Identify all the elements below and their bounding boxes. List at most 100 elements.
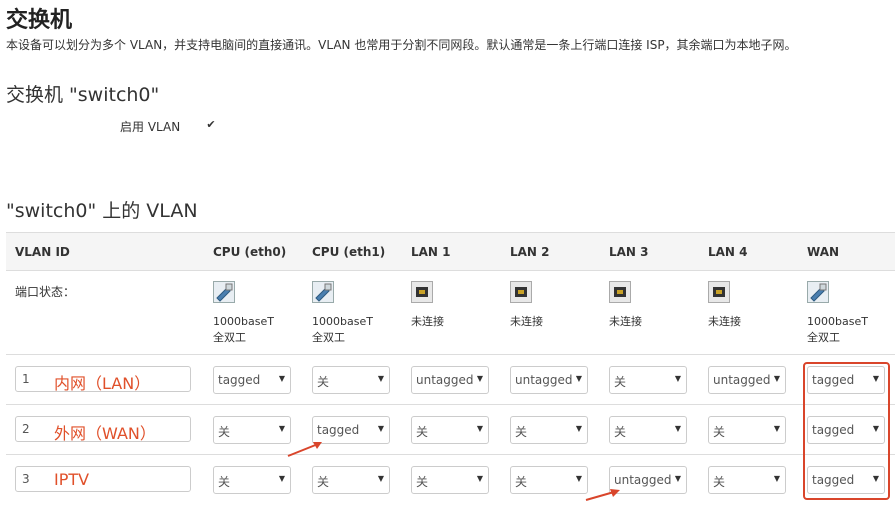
ethernet-disconnected-icon — [609, 281, 642, 314]
chevron-down-icon: ▼ — [575, 374, 582, 383]
chevron-down-icon: ▼ — [377, 424, 384, 433]
chevron-down-icon: ▼ — [674, 474, 681, 483]
col-lan1: LAN 1 — [411, 245, 451, 259]
vlan-annotation: IPTV — [54, 470, 90, 489]
port-mode-select[interactable]: 关 ▼ — [708, 466, 786, 494]
port-mode-value: 关 — [416, 475, 429, 489]
port-speed-text: 1000baseT — [312, 315, 373, 328]
ethernet-disconnected-icon — [510, 281, 543, 314]
port-mode-value: 关 — [317, 375, 330, 389]
chevron-down-icon: ▼ — [575, 474, 582, 483]
chevron-down-icon: ▼ — [377, 374, 384, 383]
ethernet-disconnected-icon — [708, 281, 741, 314]
page-description: 本设备可以划分为多个 VLAN，并支持电脑间的直接通讯。VLAN 也常用于分割不… — [6, 38, 797, 52]
port-mode-select[interactable]: untagged ▼ — [510, 366, 588, 394]
port-speed-text: 1000baseT — [213, 315, 274, 328]
port-status-4: 未连接 — [510, 281, 543, 330]
col-vlan-id: VLAN ID — [15, 245, 70, 259]
port-speed-text: 1000baseT — [807, 315, 868, 328]
port-mode-value: 关 — [317, 475, 330, 489]
port-duplex-text: 全双工 — [312, 331, 345, 344]
port-mode-select[interactable]: 关 ▼ — [213, 466, 291, 494]
port-status-2: 1000baseT 全双工 — [312, 281, 373, 346]
chevron-down-icon: ▼ — [773, 424, 780, 433]
chevron-down-icon: ▼ — [773, 474, 780, 483]
vlan-heading: "switch0" 上的 VLAN — [6, 200, 198, 222]
vlan-id-value: 1 — [22, 372, 30, 386]
port-mode-select[interactable]: 关 ▼ — [411, 416, 489, 444]
port-status-1: 1000baseT 全双工 — [213, 281, 274, 346]
port-mode-value: untagged — [515, 373, 573, 387]
chevron-down-icon: ▼ — [674, 374, 681, 383]
col-cpu-eth1: CPU (eth1) — [312, 245, 386, 259]
ethernet-disconnected-icon — [411, 281, 444, 314]
port-mode-value: 关 — [218, 425, 231, 439]
enable-vlan-label: 启用 VLAN — [120, 120, 181, 134]
port-status-label: 端口状态： — [15, 285, 76, 299]
port-mode-select[interactable]: 关 ▼ — [411, 466, 489, 494]
vlan-annotation: 外网（WAN） — [54, 424, 156, 443]
col-lan4: LAN 4 — [708, 245, 748, 259]
port-mode-select[interactable]: untagged ▼ — [411, 366, 489, 394]
switch-heading: 交换机 "switch0" — [6, 84, 160, 106]
port-mode-select[interactable]: 关 ▼ — [510, 416, 588, 444]
vlan-id-value: 2 — [22, 422, 30, 436]
port-mode-value: 关 — [515, 475, 528, 489]
port-speed-text: 未连接 — [411, 315, 444, 328]
chevron-down-icon: ▼ — [377, 474, 384, 483]
vlan-annotation: 内网（LAN） — [54, 374, 151, 393]
arrow-icon — [585, 489, 620, 501]
port-status-7: 1000baseT 全双工 — [807, 281, 868, 346]
table-row: 1 内网（LAN） tagged ▼ 关 ▼ untagged ▼ untagged ▼ 关 ▼ unt… — [6, 354, 895, 405]
port-mode-value: 关 — [218, 475, 231, 489]
col-wan: WAN — [807, 245, 840, 259]
port-mode-select[interactable]: untagged ▼ — [708, 366, 786, 394]
table-header: VLAN ID CPU (eth0) CPU (eth1) LAN 1 LAN … — [6, 232, 895, 271]
col-cpu-eth0: CPU (eth0) — [213, 245, 287, 259]
port-mode-select[interactable]: 关 ▼ — [708, 416, 786, 444]
port-mode-value: 关 — [614, 425, 627, 439]
vlan-id-input[interactable]: 3 IPTV — [15, 466, 191, 492]
table-row: 3 IPTV 关 ▼ 关 ▼ 关 ▼ 关 ▼ untagged ▼ 关 ▼ tagged ▼ — [6, 454, 895, 505]
chevron-down-icon: ▼ — [674, 424, 681, 433]
port-mode-value: 关 — [515, 425, 528, 439]
vlan-table: VLAN ID CPU (eth0) CPU (eth1) LAN 1 LAN … — [6, 232, 895, 504]
ethernet-connected-icon — [807, 281, 868, 314]
port-speed-text: 未连接 — [510, 315, 543, 328]
port-mode-select[interactable]: 关 ▼ — [510, 466, 588, 494]
port-mode-select[interactable]: 关 ▼ — [312, 366, 390, 394]
chevron-down-icon: ▼ — [278, 474, 285, 483]
chevron-down-icon: ▼ — [476, 424, 483, 433]
chevron-down-icon: ▼ — [773, 374, 780, 383]
enable-vlan-checkbox[interactable]: ✔ — [205, 119, 217, 131]
chevron-down-icon: ▼ — [278, 424, 285, 433]
ethernet-connected-icon — [213, 281, 274, 314]
chevron-down-icon: ▼ — [575, 424, 582, 433]
port-mode-value: tagged — [218, 373, 261, 387]
vlan-id-input[interactable]: 1 内网（LAN） — [15, 366, 191, 393]
port-duplex-text: 全双工 — [807, 331, 840, 344]
port-mode-select[interactable]: tagged ▼ — [213, 366, 291, 394]
port-mode-value: untagged — [713, 373, 771, 387]
port-mode-value: untagged — [614, 473, 672, 487]
port-speed-text: 未连接 — [708, 315, 741, 328]
wan-highlight-box — [803, 362, 890, 500]
vlan-id-value: 3 — [22, 472, 30, 486]
vlan-id-input[interactable]: 2 外网（WAN） — [15, 416, 191, 443]
port-mode-select[interactable]: 关 ▼ — [312, 466, 390, 494]
port-status-row: 端口状态： 1000baseT 全双工 1000baseT 全双工 未连接 未连接 未连接 未… — [6, 270, 895, 355]
port-status-3: 未连接 — [411, 281, 444, 330]
port-mode-value: 关 — [713, 425, 726, 439]
port-status-5: 未连接 — [609, 281, 642, 330]
chevron-down-icon: ▼ — [476, 474, 483, 483]
arrow-icon — [287, 442, 322, 457]
port-mode-select[interactable]: 关 ▼ — [609, 366, 687, 394]
port-mode-select[interactable]: 关 ▼ — [213, 416, 291, 444]
chevron-down-icon: ▼ — [278, 374, 285, 383]
table-row: 2 外网（WAN）关 ▼ tagged ▼ 关 ▼ 关 ▼ 关 ▼ 关 ▼ tagged ▼ — [6, 404, 895, 455]
col-lan2: LAN 2 — [510, 245, 550, 259]
port-mode-select[interactable]: 关 ▼ — [609, 416, 687, 444]
port-speed-text: 未连接 — [609, 315, 642, 328]
port-mode-value: 关 — [416, 425, 429, 439]
port-mode-value: tagged — [317, 423, 360, 437]
